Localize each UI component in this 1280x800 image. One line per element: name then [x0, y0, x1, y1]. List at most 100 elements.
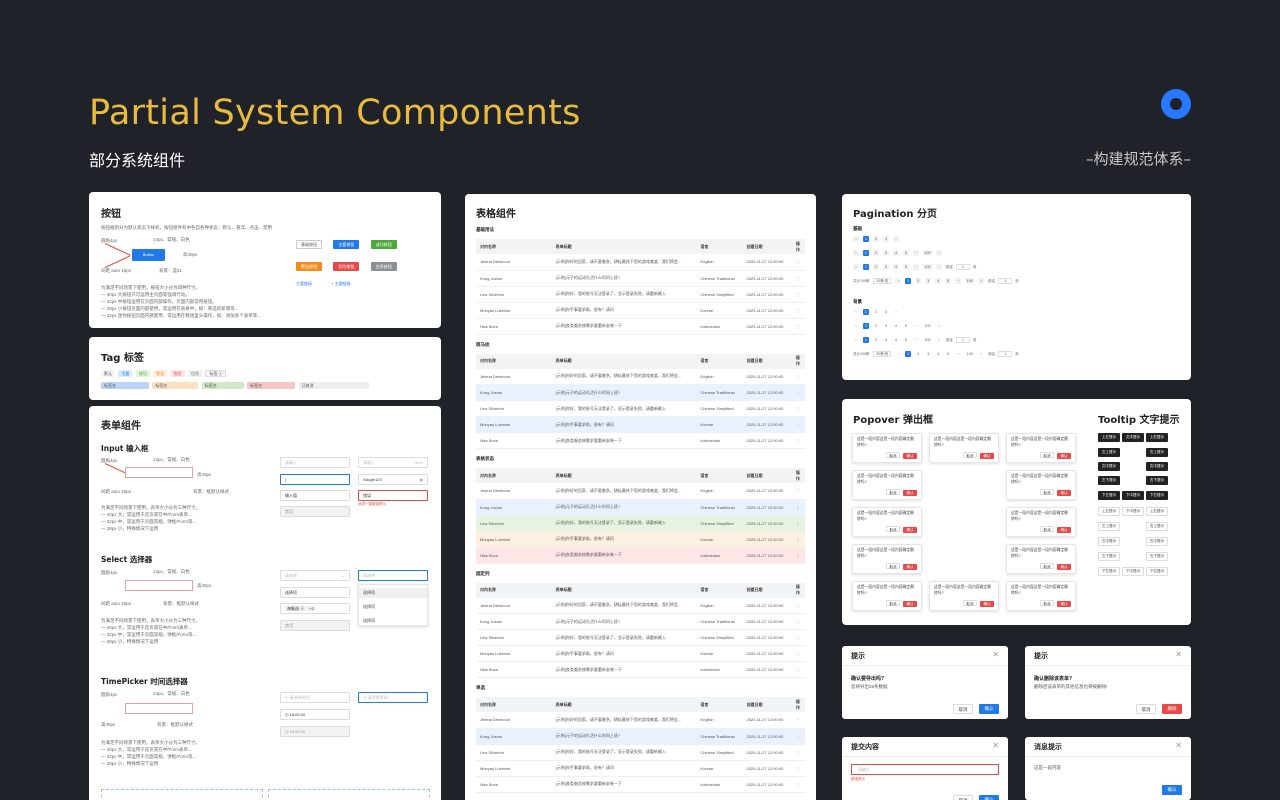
focused-input[interactable]: | — [280, 474, 350, 485]
more-actions-icon[interactable]: ⋮ — [791, 483, 805, 500]
more-actions-icon[interactable]: ⋮ — [791, 613, 805, 630]
more-actions-icon[interactable]: ⋮ — [791, 712, 805, 729]
more-actions-icon[interactable]: ⋮ — [791, 384, 805, 401]
page-number[interactable]: 3 — [883, 323, 889, 329]
cancel-button[interactable]: 取消 — [1040, 452, 1054, 458]
password-input[interactable]: Xiaojie123 ◉ — [358, 474, 428, 485]
page-number[interactable]: 5 — [903, 337, 909, 343]
page-number[interactable]: 4 — [935, 351, 941, 357]
more-actions-icon[interactable]: ⋮ — [791, 760, 805, 777]
close-icon[interactable]: ✕ — [1175, 741, 1182, 750]
table-row[interactable]: Lew Silverton [示例]你好，我的账号无法登录了，显示登录失败，请重新… — [476, 286, 805, 303]
select-option[interactable]: 选择项 — [359, 588, 427, 598]
prev-page-icon[interactable]: ‹ — [853, 250, 859, 256]
page-number-last[interactable]: 100 — [965, 351, 974, 357]
next-page-icon[interactable]: › — [978, 278, 985, 285]
prev-page-icon[interactable]: ‹ — [853, 309, 859, 315]
more-actions-icon[interactable]: ⋮ — [791, 302, 805, 319]
jump-input[interactable]: 1 — [956, 264, 970, 270]
info-button[interactable]: 信息按钮 — [370, 262, 397, 271]
more-actions-icon[interactable]: ⋮ — [791, 254, 805, 271]
page-number[interactable]: 1 — [863, 236, 869, 242]
page-number[interactable]: 3 — [925, 351, 931, 357]
table-row[interactable]: Monyas Lukmine [示例]你手事要求助，很有？请问 Korean 2020… — [476, 760, 805, 777]
cancel-button[interactable]: 取消 — [1040, 526, 1054, 532]
prev-page-icon[interactable]: ‹ — [853, 236, 859, 242]
confirm-button[interactable]: 确认 — [979, 795, 999, 800]
confirm-button[interactable]: 确认 — [980, 601, 994, 607]
confirm-button[interactable]: 确认 — [1057, 601, 1071, 607]
confirm-button[interactable]: 确认 — [903, 601, 917, 607]
page-number[interactable]: 5 — [903, 323, 909, 329]
page-number[interactable]: 3 — [883, 264, 889, 271]
more-actions-icon[interactable]: ⋮ — [791, 286, 805, 303]
page-number[interactable]: 2 — [873, 264, 879, 271]
page-number[interactable]: 2 — [873, 309, 879, 315]
page-number[interactable]: 5 — [945, 278, 952, 285]
more-actions-icon[interactable]: ⋮ — [791, 547, 805, 564]
prev-page-icon[interactable]: ‹ — [895, 278, 902, 285]
page-number[interactable]: 2 — [873, 250, 879, 256]
cancel-button[interactable]: 取消 — [886, 526, 900, 532]
select-box-open[interactable]: 请选择 ⌃ — [358, 570, 428, 581]
cancel-button[interactable]: 取消 — [953, 795, 973, 800]
jump-input[interactable]: 1 — [998, 278, 1013, 284]
tag-closable[interactable]: 标签 ⓧ — [205, 370, 227, 377]
page-number-last[interactable]: 100 — [923, 250, 932, 256]
cancel-button[interactable]: 取消 — [886, 600, 900, 606]
primary-link-add[interactable]: + 主要链接 — [331, 281, 350, 286]
confirm-button[interactable]: 确认 — [1057, 527, 1071, 533]
table-row[interactable]: Monyas Lukmine [示例]你手事要求助，很有？请问 Korean 2020… — [476, 531, 805, 548]
page-number-last[interactable]: 100 — [923, 323, 932, 329]
primary-button[interactable]: 主要按钮 — [333, 240, 360, 249]
confirm-button[interactable]: 确认 — [903, 564, 917, 570]
success-button[interactable]: 成功按钮 — [370, 240, 397, 249]
next-page-icon[interactable]: › — [936, 264, 942, 271]
page-number[interactable]: 2 — [873, 236, 879, 242]
next-page-icon[interactable]: › — [936, 323, 942, 329]
prev-page-icon[interactable]: ‹ — [853, 337, 859, 343]
table-row[interactable]: Nisk Bove [示例]各类服务按需求要重新安装一下 Indonesian 202… — [476, 661, 805, 678]
confirm-button[interactable]: 确认 — [1057, 490, 1071, 496]
page-number[interactable]: 1 — [863, 337, 869, 344]
page-size-select[interactable]: 20条/页 — [873, 351, 892, 357]
time-picker-filled[interactable]: ◷ 18:00:00 — [280, 709, 350, 720]
table-row[interactable]: Monyas Lukmine [示例]你手事要求助，很有？请问 Korean 2020… — [476, 302, 805, 319]
more-actions-icon[interactable]: ⋮ — [791, 728, 805, 745]
cancel-button[interactable]: 取消 — [963, 452, 977, 458]
page-number[interactable]: 4 — [893, 250, 899, 256]
confirm-button[interactable]: 确认 — [1057, 564, 1071, 570]
cancel-button[interactable]: 取消 — [1040, 563, 1054, 569]
table-row[interactable]: Nisk Bove [示例]各类服务按需求要重新安装一下 Indonesian 202… — [476, 432, 805, 449]
table-row[interactable]: Nisk Bove [示例]各类服务按需求要重新安装一下 Indonesian 202… — [476, 776, 805, 793]
table-row[interactable]: Kung Juxian [示例]元子的运动孔活什么时间上班? Chinese Tra… — [476, 728, 805, 745]
more-actions-icon[interactable]: ⋮ — [791, 645, 805, 662]
select-option[interactable]: 选择项 — [359, 602, 427, 612]
select-box[interactable]: 请选择 ⌄ — [280, 570, 350, 581]
page-number-last[interactable]: 100 — [923, 264, 932, 271]
table-row[interactable]: Monyas Lukmine [示例]你手事要求助，很有？请问 Korean 2020… — [476, 645, 805, 662]
table-row[interactable]: Lew Silverton [示例]你好，我的账号无法登录了，显示登录失败，请重新… — [476, 515, 805, 532]
page-number[interactable]: 2 — [873, 337, 879, 343]
prev-page-icon[interactable]: ‹ — [853, 264, 859, 271]
prev-page-icon[interactable]: ‹ — [853, 323, 859, 329]
table-row[interactable]: Kung Juxian [示例]元子的运动孔活什么时间上班? Chinese Tra… — [476, 384, 805, 401]
cancel-button[interactable]: 取消 — [953, 704, 973, 714]
count-input[interactable]: 请输入 8/30 — [358, 457, 428, 468]
page-number[interactable]: 1 — [863, 309, 869, 315]
more-actions-icon[interactable]: ⋮ — [791, 318, 805, 335]
table-row[interactable]: Lew Silverton [示例]你好，我的账号无法登录了，显示登录失败，请重新… — [476, 744, 805, 761]
more-actions-icon[interactable]: ⋮ — [791, 416, 805, 433]
confirm-button[interactable]: 确认 — [979, 704, 999, 714]
confirm-button[interactable]: 确认 — [903, 527, 917, 533]
page-number[interactable]: 4 — [893, 323, 899, 329]
cancel-button[interactable]: 取消 — [1136, 704, 1156, 714]
page-number[interactable]: 2 — [915, 351, 921, 357]
table-row[interactable]: Jelena Demkova [示例]你好的回家，请不要着急，耕耘最终下您的游戏难… — [476, 368, 805, 385]
danger-button[interactable]: 危险按钮 — [333, 262, 360, 271]
confirm-button[interactable]: 确认 — [903, 453, 917, 459]
next-page-icon[interactable]: › — [893, 309, 899, 315]
page-number[interactable]: 3 — [883, 250, 889, 256]
page-number[interactable]: 3 — [925, 278, 932, 285]
cancel-button[interactable]: 取消 — [963, 600, 977, 606]
